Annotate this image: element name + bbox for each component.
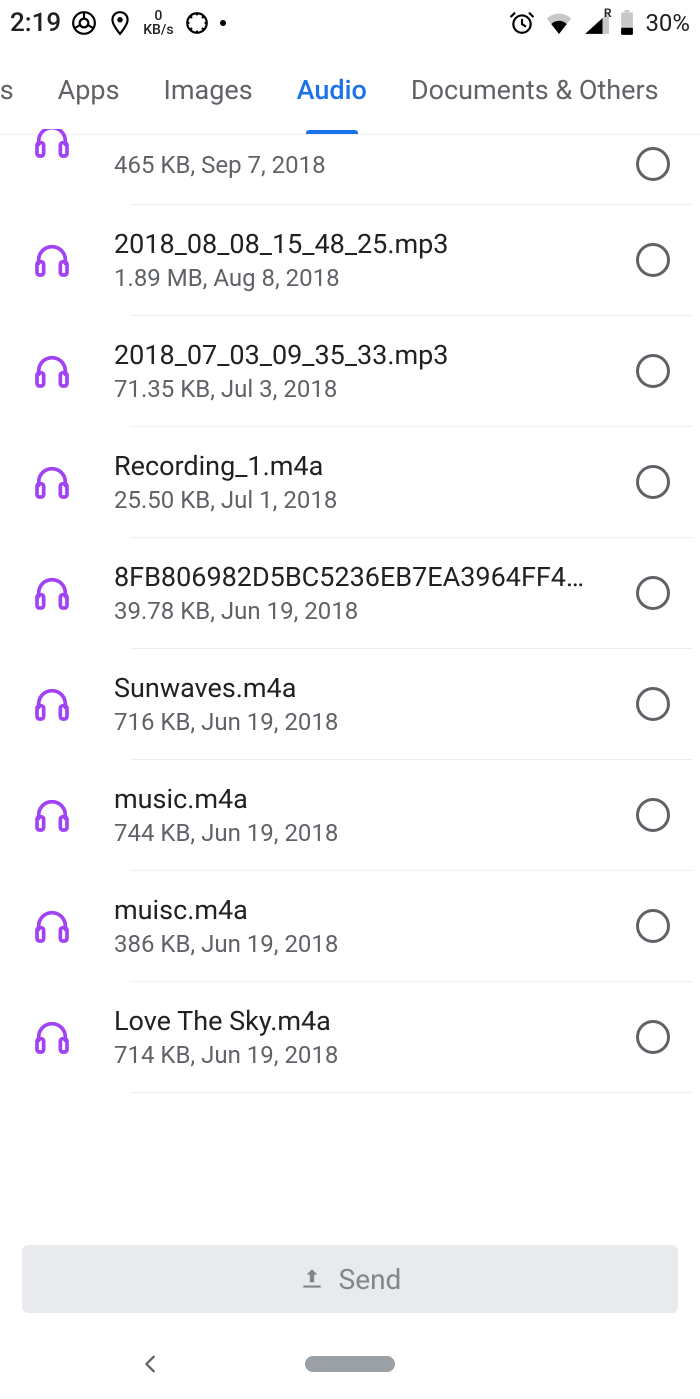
divider (130, 1092, 692, 1093)
back-button[interactable] (140, 1353, 162, 1375)
headphones-icon (22, 906, 114, 946)
headphones-icon (22, 240, 114, 280)
file-meta: 714 KB, Jun 19, 2018 (114, 1041, 628, 1069)
file-row[interactable]: Love The Sky.m4a 714 KB, Jun 19, 2018 (0, 982, 700, 1092)
file-meta: 71.35 KB, Jul 3, 2018 (114, 375, 628, 403)
file-row[interactable]: 2018_07_03_09_35_33.mp3 71.35 KB, Jul 3,… (0, 316, 700, 426)
signal-icon: R (583, 12, 609, 34)
battery-percent: 30% (645, 9, 690, 37)
file-meta: 386 KB, Jun 19, 2018 (114, 930, 628, 958)
file-name: 8FB806982D5BC5236EB7EA3964FF4… (114, 561, 628, 593)
file-meta: 1.89 MB, Aug 8, 2018 (114, 264, 628, 292)
select-radio[interactable] (636, 1020, 670, 1054)
send-button[interactable]: Send (22, 1245, 678, 1313)
file-list: 465 KB, Sep 7, 2018 2018_08_08_15_48_25.… (0, 135, 700, 1093)
headphones-icon (22, 129, 114, 171)
data-speed: 0 KB/s (143, 9, 173, 37)
alarm-icon (509, 10, 535, 36)
file-row[interactable]: Sunwaves.m4a 716 KB, Jun 19, 2018 (0, 649, 700, 759)
file-name: 2018_08_08_15_48_25.mp3 (114, 228, 628, 260)
select-radio[interactable] (636, 465, 670, 499)
file-meta: 25.50 KB, Jul 1, 2018 (114, 486, 628, 514)
file-name: Sunwaves.m4a (114, 672, 628, 704)
send-label: Send (339, 1263, 402, 1296)
file-row[interactable]: 465 KB, Sep 7, 2018 (0, 135, 700, 204)
headphones-icon (22, 351, 114, 391)
tab-images[interactable]: Images (142, 45, 275, 134)
tab-documents[interactable]: Documents & Others (389, 45, 681, 134)
status-time: 2:19 (10, 8, 61, 38)
tab-apps[interactable]: Apps (36, 45, 142, 134)
select-radio[interactable] (636, 576, 670, 610)
navigation-bar (0, 1329, 700, 1399)
maps-icon (107, 10, 133, 36)
select-radio[interactable] (636, 147, 670, 181)
chrome-icon (71, 10, 97, 36)
headphones-icon (22, 795, 114, 835)
tab-bar: eos Apps Images Audio Documents & Others (0, 45, 700, 135)
file-name: muisc.m4a (114, 894, 628, 926)
upload-icon (299, 1266, 325, 1292)
file-meta: 39.78 KB, Jun 19, 2018 (114, 597, 628, 625)
file-row[interactable]: muisc.m4a 386 KB, Jun 19, 2018 (0, 871, 700, 981)
notification-dot-icon (220, 20, 226, 26)
file-meta: 716 KB, Jun 19, 2018 (114, 708, 628, 736)
file-row[interactable]: 8FB806982D5BC5236EB7EA3964FF4… 39.78 KB,… (0, 538, 700, 648)
battery-icon (619, 10, 635, 36)
tab-videos[interactable]: eos (0, 45, 36, 134)
headphones-icon (22, 573, 114, 613)
select-radio[interactable] (636, 798, 670, 832)
headphones-icon (22, 684, 114, 724)
select-radio[interactable] (636, 354, 670, 388)
file-name: Recording_1.m4a (114, 450, 628, 482)
headphones-icon (22, 1017, 114, 1057)
file-meta: 744 KB, Jun 19, 2018 (114, 819, 628, 847)
file-row[interactable]: music.m4a 744 KB, Jun 19, 2018 (0, 760, 700, 870)
file-name: Love The Sky.m4a (114, 1005, 628, 1037)
select-radio[interactable] (636, 909, 670, 943)
file-row[interactable]: Recording_1.m4a 25.50 KB, Jul 1, 2018 (0, 427, 700, 537)
file-meta: 465 KB, Sep 7, 2018 (114, 151, 628, 179)
file-name: 2018_07_03_09_35_33.mp3 (114, 339, 628, 371)
file-name: music.m4a (114, 783, 628, 815)
home-pill[interactable] (305, 1356, 395, 1372)
status-bar: 2:19 0 KB/s R 30% (0, 0, 700, 45)
file-row[interactable]: 2018_08_08_15_48_25.mp3 1.89 MB, Aug 8, … (0, 205, 700, 315)
headphones-icon (22, 462, 114, 502)
wifi-icon (545, 12, 573, 34)
select-radio[interactable] (636, 687, 670, 721)
camera-icon (184, 10, 210, 36)
tab-audio[interactable]: Audio (275, 45, 389, 134)
select-radio[interactable] (636, 243, 670, 277)
